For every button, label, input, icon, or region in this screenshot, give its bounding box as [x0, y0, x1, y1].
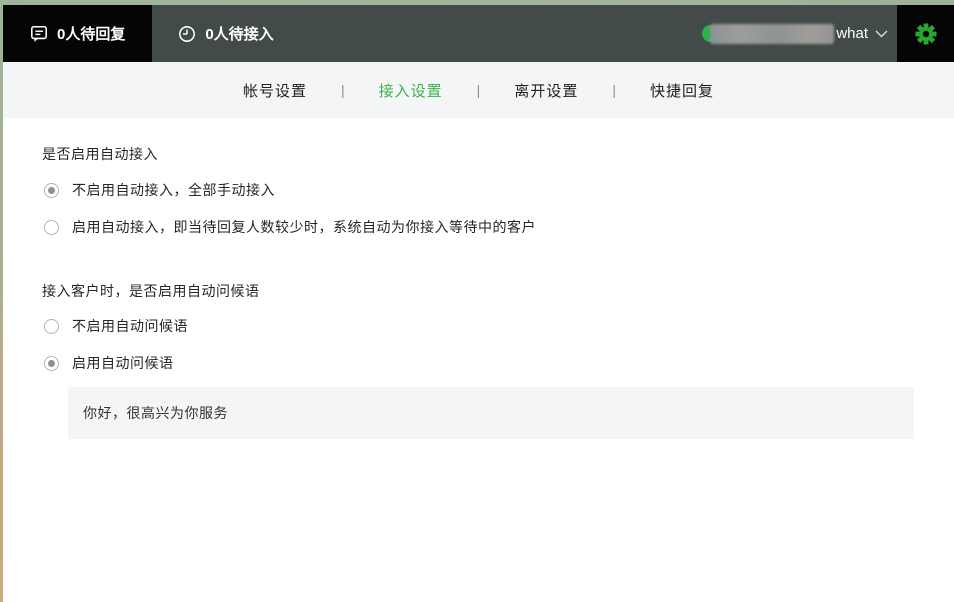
wechat-customer-service-settings: { "colors": { "accent_green": "#3ab34c",…: [0, 0, 954, 602]
nav-separator: |: [341, 82, 345, 98]
auto-greeting-question: 接入客户时，是否启用自动问候语: [42, 281, 260, 301]
radio-option-label: 不启用自动接入，全部手动接入: [72, 180, 275, 200]
radio-option-no-greeting[interactable]: 不启用自动问候语: [44, 316, 188, 336]
clock-icon: [178, 25, 196, 43]
radio-option-enable-greeting[interactable]: 启用自动问候语: [44, 353, 174, 373]
tab-waiting-accept[interactable]: 0人待接入: [152, 5, 299, 62]
nav-separator: |: [612, 82, 616, 98]
nav-separator: |: [477, 82, 481, 98]
settings-nav: 帐号设置 | 接入设置 | 离开设置 | 快捷回复: [3, 62, 954, 118]
user-name-text: what: [836, 25, 868, 42]
radio-option-label: 启用自动接入，即当待回复人数较少时，系统自动为你接入等待中的客户: [72, 217, 536, 237]
tab-accept-settings[interactable]: 接入设置: [379, 80, 443, 101]
radio-option-label: 启用自动问候语: [72, 353, 174, 373]
radio-icon[interactable]: [44, 356, 59, 371]
radio-icon[interactable]: [44, 220, 59, 235]
radio-icon[interactable]: [44, 319, 59, 334]
tab-away-settings[interactable]: 离开设置: [514, 80, 578, 101]
settings-button[interactable]: [897, 5, 954, 62]
user-menu[interactable]: what: [702, 5, 888, 62]
top-bar: 0人待回复 0人待接入 what: [3, 5, 954, 62]
gear-icon: [915, 23, 937, 45]
redacted-username: [710, 24, 834, 44]
chevron-down-icon: [875, 30, 888, 38]
waiting-reply-label: 0人待回复: [57, 23, 125, 44]
radio-icon[interactable]: [44, 183, 59, 198]
radio-option-manual-accept[interactable]: 不启用自动接入，全部手动接入: [44, 180, 275, 200]
waiting-accept-label: 0人待接入: [205, 23, 273, 44]
radio-option-auto-accept[interactable]: 启用自动接入，即当待回复人数较少时，系统自动为你接入等待中的客户: [44, 217, 536, 237]
auto-accept-question: 是否启用自动接入: [42, 144, 158, 164]
tab-account-settings[interactable]: 帐号设置: [243, 80, 307, 101]
greeting-text: 你好，很高兴为你服务: [83, 403, 228, 423]
chat-bubble-icon: [30, 24, 48, 43]
tab-quick-replies[interactable]: 快捷回复: [650, 80, 714, 101]
greeting-text-input[interactable]: 你好，很高兴为你服务: [68, 387, 914, 439]
radio-option-label: 不启用自动问候语: [72, 316, 188, 336]
tab-waiting-reply[interactable]: 0人待回复: [3, 5, 152, 62]
